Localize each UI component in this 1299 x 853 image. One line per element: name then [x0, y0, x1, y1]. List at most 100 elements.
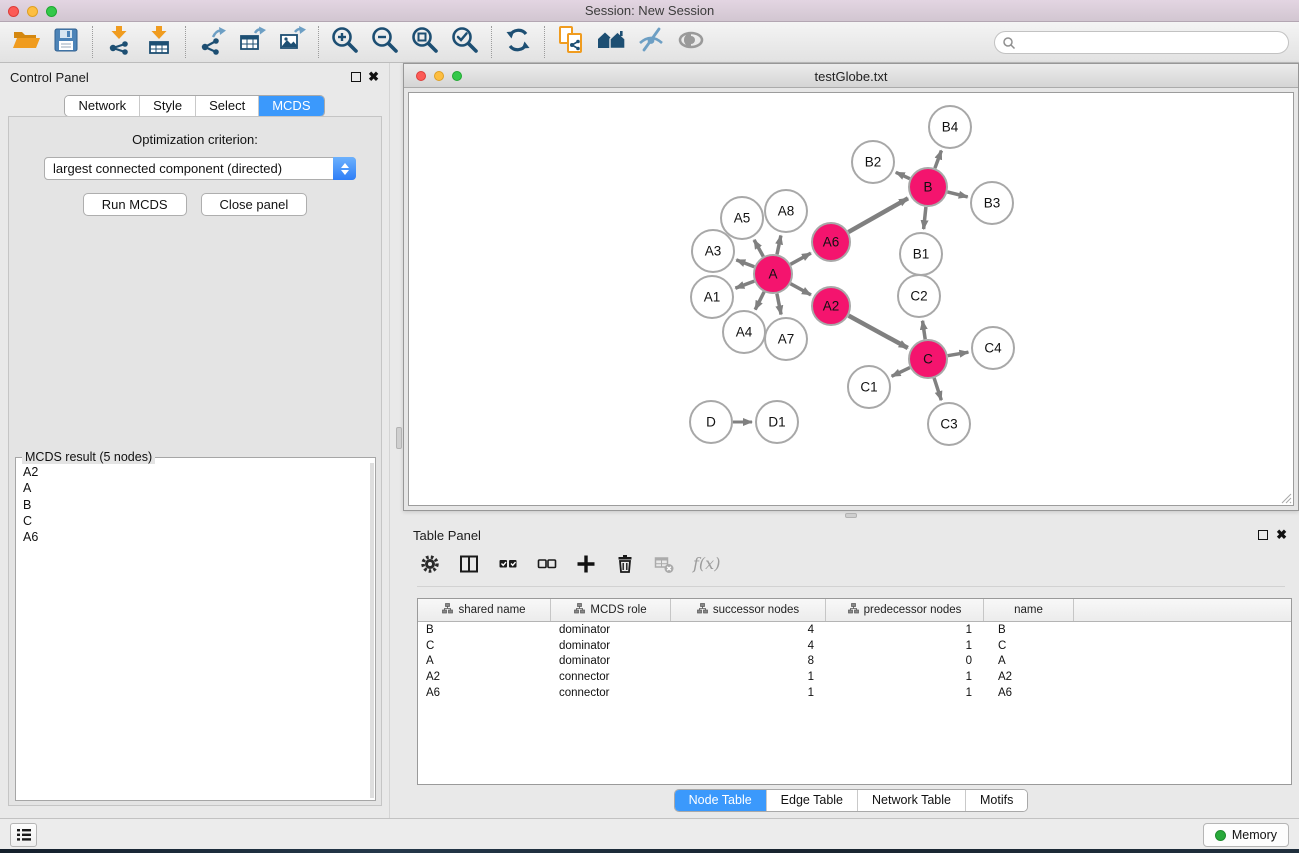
table-row[interactable]: A6connector11A6: [418, 685, 1291, 701]
graph-node-C[interactable]: C: [909, 340, 947, 378]
mcds-result-list[interactable]: A2ABCA6: [17, 464, 369, 799]
table-row[interactable]: Adominator80A: [418, 654, 1291, 670]
column-header-MCDS-role[interactable]: MCDS role: [551, 599, 671, 621]
graph-edge[interactable]: [791, 284, 811, 295]
graph-edge[interactable]: [848, 198, 908, 232]
graph-node-A5[interactable]: A5: [721, 197, 763, 239]
graph-node-A[interactable]: A: [754, 255, 792, 293]
graph-node-B2[interactable]: B2: [852, 141, 894, 183]
settings-button[interactable]: [417, 554, 443, 580]
welcome-screen-button[interactable]: [591, 24, 631, 60]
network-canvas[interactable]: A5A8A6A3AA1A2A4A7B2B4BB3B1C2CC1C4C3DD1: [408, 92, 1294, 506]
network-graph[interactable]: A5A8A6A3AA1A2A4A7B2B4BB3B1C2CC1C4C3DD1: [409, 93, 1294, 510]
hide-graphics-details-button[interactable]: [631, 24, 671, 60]
graph-edge[interactable]: [736, 260, 754, 267]
close-panel-icon[interactable]: ✖: [368, 69, 379, 85]
graph-node-C1[interactable]: C1: [848, 366, 890, 408]
tab-node-table[interactable]: Node Table: [675, 790, 766, 811]
column-header-predecessor-nodes[interactable]: predecessor nodes: [826, 599, 984, 621]
graph-edge[interactable]: [892, 368, 910, 377]
network-from-clipboard-button[interactable]: [551, 24, 591, 60]
search-input[interactable]: [1016, 36, 1266, 50]
mcds-result-item[interactable]: A: [17, 480, 369, 496]
resize-grip-icon[interactable]: [1279, 491, 1292, 504]
graph-node-D[interactable]: D: [690, 401, 732, 443]
mcds-result-item[interactable]: A2: [17, 464, 369, 480]
zoom-fit-button[interactable]: [405, 24, 445, 60]
tab-motifs[interactable]: Motifs: [965, 790, 1027, 811]
mcds-result-item[interactable]: C: [17, 513, 369, 529]
import-network-button[interactable]: [99, 24, 139, 60]
graph-edge[interactable]: [947, 192, 967, 197]
graph-node-B4[interactable]: B4: [929, 106, 971, 148]
graph-edge[interactable]: [923, 321, 926, 340]
mcds-result-item[interactable]: B: [17, 497, 369, 513]
export-table-button[interactable]: [232, 24, 272, 60]
graph-edge[interactable]: [849, 316, 908, 348]
graph-node-A3[interactable]: A3: [692, 230, 734, 272]
graph-node-A6[interactable]: A6: [812, 223, 850, 261]
column-header-successor-nodes[interactable]: successor nodes: [671, 599, 826, 621]
graph-node-D1[interactable]: D1: [756, 401, 798, 443]
tab-mcds[interactable]: MCDS: [258, 96, 323, 116]
vertical-splitter-handle[interactable]: [396, 427, 402, 449]
task-history-button[interactable]: [10, 823, 37, 847]
memory-button[interactable]: Memory: [1203, 823, 1289, 847]
tab-edge-table[interactable]: Edge Table: [766, 790, 857, 811]
delete-row-button[interactable]: [612, 554, 638, 580]
graph-edge[interactable]: [754, 240, 763, 257]
graph-node-B[interactable]: B: [909, 168, 947, 206]
graph-edge[interactable]: [934, 378, 941, 400]
table-row[interactable]: Cdominator41C: [418, 638, 1291, 654]
graph-edge[interactable]: [735, 281, 754, 288]
close-panel-button[interactable]: Close panel: [201, 193, 308, 216]
run-mcds-button[interactable]: Run MCDS: [83, 193, 187, 216]
select-all-button[interactable]: [495, 554, 521, 580]
graph-node-A7[interactable]: A7: [765, 318, 807, 360]
import-table-button[interactable]: [139, 24, 179, 60]
graph-node-C4[interactable]: C4: [972, 327, 1014, 369]
open-session-button[interactable]: [6, 24, 46, 60]
search-field[interactable]: [994, 31, 1289, 54]
zoom-selected-button[interactable]: [445, 24, 485, 60]
graph-edge[interactable]: [755, 292, 764, 310]
export-network-button[interactable]: [192, 24, 232, 60]
horizontal-splitter-handle[interactable]: [845, 513, 857, 518]
graph-edge[interactable]: [777, 294, 781, 315]
graph-node-A4[interactable]: A4: [723, 311, 765, 353]
graph-edge[interactable]: [935, 151, 942, 169]
tab-network[interactable]: Network: [65, 96, 139, 116]
tab-select[interactable]: Select: [195, 96, 258, 116]
deselect-all-button[interactable]: [534, 554, 560, 580]
table-row[interactable]: A2connector11A2: [418, 669, 1291, 685]
mcds-result-item[interactable]: A6: [17, 529, 369, 545]
graph-node-C2[interactable]: C2: [898, 275, 940, 317]
graph-edge[interactable]: [791, 253, 811, 264]
refresh-layout-button[interactable]: [498, 24, 538, 60]
criterion-dropdown[interactable]: largest connected component (directed): [44, 157, 356, 180]
graph-edge[interactable]: [948, 352, 969, 356]
tab-network-table[interactable]: Network Table: [857, 790, 965, 811]
float-table-panel-icon[interactable]: [1258, 530, 1268, 540]
graph-node-A1[interactable]: A1: [691, 276, 733, 318]
graph-node-A2[interactable]: A2: [812, 287, 850, 325]
column-header-name[interactable]: name: [984, 599, 1074, 621]
show-graphics-details-button[interactable]: [671, 24, 711, 60]
mcds-list-scrollbar[interactable]: [370, 463, 374, 798]
graph-edge[interactable]: [777, 236, 781, 255]
graph-edge[interactable]: [896, 172, 910, 178]
graph-node-A8[interactable]: A8: [765, 190, 807, 232]
export-image-button[interactable]: [272, 24, 312, 60]
add-row-button[interactable]: [573, 554, 599, 580]
graph-node-B1[interactable]: B1: [900, 233, 942, 275]
save-session-button[interactable]: [46, 24, 86, 60]
column-header-shared-name[interactable]: shared name: [418, 599, 551, 621]
float-panel-icon[interactable]: [351, 72, 361, 82]
graph-node-B3[interactable]: B3: [971, 182, 1013, 224]
columns-button[interactable]: [456, 554, 482, 580]
close-table-panel-icon[interactable]: ✖: [1276, 527, 1287, 543]
graph-edge[interactable]: [924, 207, 926, 229]
tab-style[interactable]: Style: [139, 96, 195, 116]
zoom-out-button[interactable]: [365, 24, 405, 60]
zoom-in-button[interactable]: [325, 24, 365, 60]
